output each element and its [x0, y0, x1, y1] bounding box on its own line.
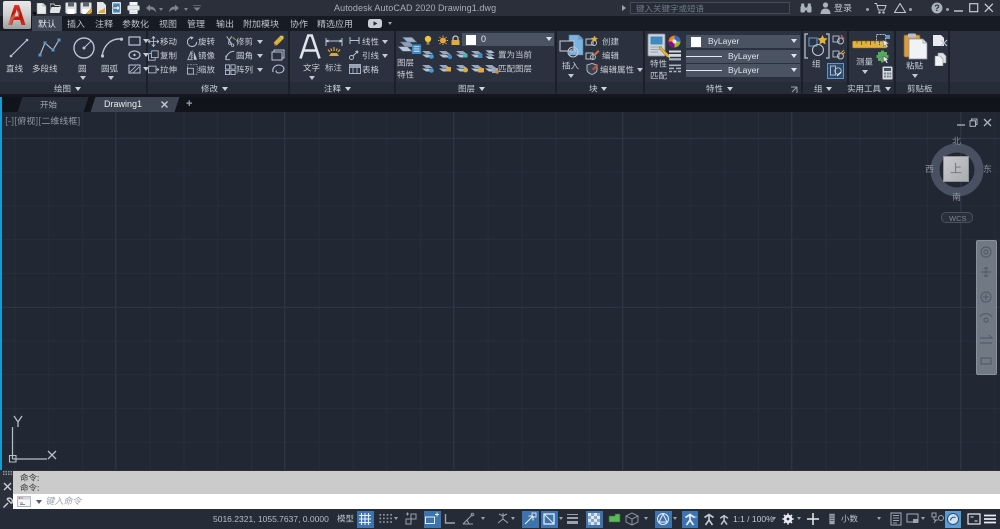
svg-text:?: ?	[934, 3, 940, 13]
